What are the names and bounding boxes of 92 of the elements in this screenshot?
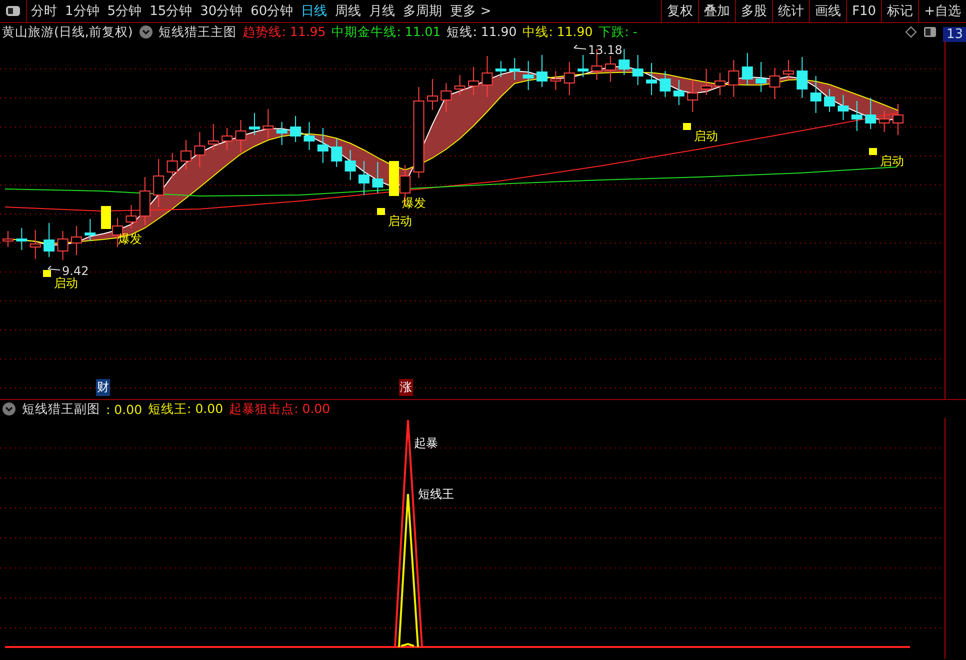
signal-label: 爆发 — [402, 196, 426, 210]
candlestick — [564, 62, 575, 96]
signal-square — [43, 270, 51, 277]
indicator-name[interactable]: 短线猎王主图 — [158, 24, 237, 40]
indicator-value: 短线: 11.90 — [446, 24, 517, 40]
event-marker[interactable]: 涨 — [399, 379, 413, 396]
candlestick — [139, 176, 150, 226]
candlestick — [714, 72, 726, 96]
candlestick — [440, 82, 452, 112]
scale-badge: 13 — [943, 27, 966, 42]
candlestick — [646, 62, 658, 96]
candlestick — [262, 108, 274, 138]
candlestick — [153, 158, 164, 208]
indicator-value: 中期金牛线: 11.01 — [332, 24, 441, 40]
candlestick — [344, 150, 356, 180]
candlestick — [44, 222, 55, 258]
dropdown-icon[interactable] — [138, 25, 153, 39]
diamond-icon[interactable] — [905, 26, 918, 38]
candlestick — [304, 122, 315, 150]
indicator-value: : 0.00 — [106, 402, 142, 416]
candlestick — [796, 56, 808, 98]
candlestick — [687, 78, 698, 112]
panel-toggle-icon[interactable] — [5, 5, 21, 17]
candlestick — [84, 218, 96, 242]
candlestick — [769, 68, 780, 100]
signal-label: 启动 — [54, 276, 78, 290]
candlestick — [16, 228, 28, 250]
candlestick — [522, 60, 534, 90]
candlestick — [509, 58, 520, 80]
candlestick — [810, 76, 822, 114]
candlestick — [331, 138, 342, 168]
candlestick — [166, 152, 178, 178]
candlestick — [782, 60, 794, 80]
candlestick — [851, 100, 862, 132]
signal-label: 启动 — [388, 214, 412, 228]
candlestick — [208, 124, 219, 150]
candlestick — [700, 68, 712, 96]
candlestick — [660, 70, 671, 98]
signal-label: 启动 — [880, 154, 904, 168]
event-marker[interactable]: 财 — [96, 379, 110, 396]
signal-square — [377, 208, 385, 215]
candlestick — [222, 128, 233, 150]
signal-square — [869, 148, 877, 155]
signal-label: 爆发 — [118, 232, 142, 246]
candlestick — [742, 52, 753, 86]
candlestick — [126, 204, 137, 228]
candlestick — [454, 74, 466, 96]
candlestick — [756, 62, 767, 92]
indicator-value: 下跌: - — [598, 24, 638, 40]
signal-label: 启动 — [694, 129, 718, 143]
dropdown-icon[interactable] — [2, 402, 16, 416]
candlestick — [865, 98, 876, 130]
indicator-value: 起暴狙击点: 0.00 — [229, 400, 330, 418]
candlestick — [290, 116, 302, 142]
signal-bar — [101, 206, 111, 229]
indicator-value: 短线王: 0.00 — [148, 400, 224, 418]
indicator-name[interactable]: 短线猎王副图 — [22, 400, 100, 418]
candlestick — [604, 56, 616, 82]
candlestick — [536, 54, 548, 88]
indicator-value: 中线: 11.90 — [522, 24, 593, 40]
spike-label: 起暴 — [414, 436, 438, 450]
candlestick — [358, 160, 370, 196]
candlestick — [276, 122, 288, 146]
candlestick — [57, 230, 68, 260]
candlestick — [892, 104, 904, 136]
candlestick — [824, 88, 836, 112]
stock-title: 黄山旅游(日线,前复权) — [2, 24, 133, 40]
panel-toggle-icon[interactable] — [923, 26, 938, 38]
candlestick — [30, 230, 41, 260]
candlestick — [194, 132, 206, 168]
candlestick — [838, 94, 849, 120]
signal-bar — [389, 161, 399, 196]
candlestick — [426, 78, 438, 110]
candlestick — [878, 110, 890, 132]
candlestick — [728, 60, 740, 98]
candlestick — [468, 66, 480, 96]
candlestick — [482, 56, 493, 98]
candlestick — [248, 112, 260, 136]
candlestick — [180, 140, 192, 170]
signal-square — [683, 123, 691, 130]
candlestick — [70, 226, 82, 256]
candlestick — [673, 80, 684, 106]
candlestick — [2, 230, 14, 248]
candlestick — [495, 60, 506, 78]
candlestick — [632, 54, 644, 86]
candlestick — [372, 162, 384, 194]
candlestick — [578, 54, 589, 78]
spike-label: 短线王 — [418, 487, 454, 501]
candlestick — [317, 128, 328, 164]
candlestick — [550, 70, 562, 90]
candlestick — [235, 120, 246, 152]
indicator-value: 趋势线: 11.95 — [242, 24, 326, 40]
